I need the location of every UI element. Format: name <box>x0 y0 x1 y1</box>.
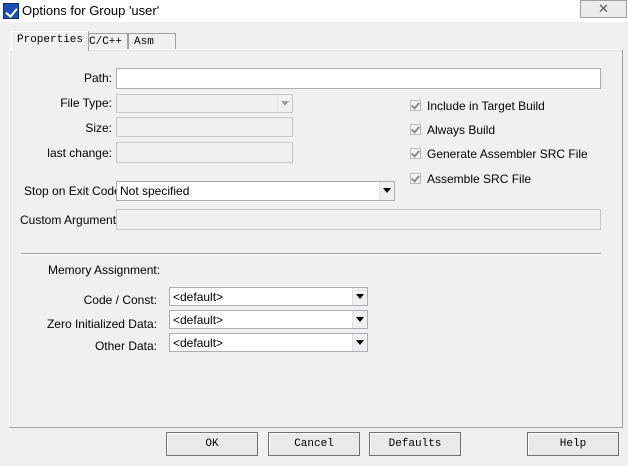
stop-on-exit-code-value: Not specified <box>120 184 190 198</box>
last-change-label: last change: <box>47 146 112 160</box>
path-input[interactable] <box>116 68 601 89</box>
cancel-button[interactable]: Cancel <box>268 432 360 456</box>
custom-arguments-field <box>116 209 601 230</box>
other-data-select[interactable]: <default> <box>169 333 368 352</box>
stop-on-exit-code-select[interactable]: Not specified <box>116 181 395 201</box>
close-button[interactable]: ✕ <box>580 0 627 18</box>
other-data-value: <default> <box>173 336 224 350</box>
window-title: Options for Group 'user' <box>22 3 160 18</box>
generate-assembler-src-checkbox[interactable] <box>410 148 421 159</box>
assemble-src-label: Assemble SRC File <box>427 172 532 186</box>
stop-on-exit-code-label: Stop on Exit Code: <box>24 184 125 198</box>
code-const-select[interactable]: <default> <box>169 287 368 306</box>
code-const-value: <default> <box>173 290 224 304</box>
size-label: Size: <box>85 121 112 135</box>
title-bar: Options for Group 'user' ✕ <box>0 0 628 22</box>
assemble-src-checkbox[interactable] <box>410 173 421 184</box>
memory-assignment-heading: Memory Assignment: <box>48 263 161 277</box>
other-data-label: Other Data: <box>94 339 157 353</box>
help-button[interactable]: Help <box>527 432 619 456</box>
path-label: Path: <box>83 71 112 85</box>
app-icon <box>3 3 19 19</box>
chevron-down-icon <box>277 95 292 112</box>
tab-properties[interactable]: Properties <box>11 31 90 51</box>
defaults-button[interactable]: Defaults <box>369 432 461 456</box>
include-in-target-build-label: Include in Target Build <box>427 99 545 113</box>
generate-assembler-src-label: Generate Assembler SRC File <box>427 147 588 161</box>
ok-button[interactable]: OK <box>166 432 258 456</box>
zero-initialized-data-label: Zero Initialized Data: <box>46 317 157 331</box>
file-type-label: File Type: <box>60 96 112 110</box>
size-field <box>116 117 293 137</box>
zero-initialized-data-select[interactable]: <default> <box>169 310 368 329</box>
last-change-field <box>116 142 293 163</box>
code-const-label: Code / Const: <box>83 293 157 307</box>
chevron-down-icon <box>352 288 367 305</box>
always-build-label: Always Build <box>427 123 496 137</box>
custom-arguments-label: Custom Arguments: <box>20 213 126 227</box>
separator-line <box>21 253 601 255</box>
include-in-target-build-checkbox[interactable] <box>410 100 421 111</box>
chevron-down-icon <box>352 311 367 328</box>
zero-initialized-data-value: <default> <box>173 313 224 327</box>
chevron-down-icon <box>379 182 394 200</box>
file-type-combo[interactable] <box>116 94 293 113</box>
chevron-down-icon <box>352 334 367 351</box>
always-build-checkbox[interactable] <box>410 124 421 135</box>
